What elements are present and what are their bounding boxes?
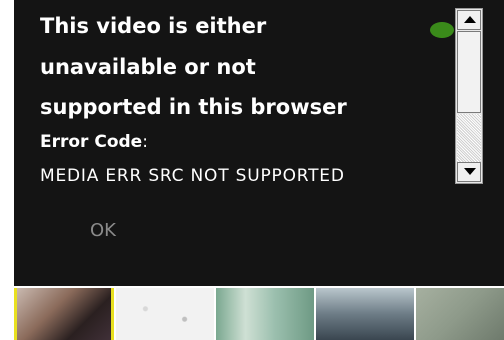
error-title-line-3: supported in this browser bbox=[40, 95, 347, 119]
triangle-down-icon bbox=[464, 168, 476, 175]
error-code-label-text: Error Code bbox=[40, 132, 143, 152]
ok-button[interactable]: OK bbox=[90, 220, 116, 241]
video-thumbnail[interactable] bbox=[116, 288, 214, 340]
video-thumbnail-selected[interactable] bbox=[14, 288, 114, 340]
scrollbar-track[interactable] bbox=[457, 114, 481, 162]
scroll-up-button[interactable] bbox=[457, 10, 481, 30]
error-title-line-2: unavailable or not bbox=[40, 55, 256, 79]
video-thumbnail[interactable] bbox=[316, 288, 414, 340]
video-thumbnail[interactable] bbox=[416, 288, 504, 340]
message-scrollbar[interactable] bbox=[455, 8, 483, 184]
video-player: This video is either unavailable or not … bbox=[14, 0, 504, 286]
error-code-colon: : bbox=[142, 132, 148, 152]
scrollbar-thumb[interactable] bbox=[457, 31, 481, 113]
thumbnail-object bbox=[430, 22, 454, 38]
thumbnail-strip bbox=[14, 288, 504, 340]
error-title-line-1: This video is either bbox=[40, 14, 267, 38]
error-message-panel: This video is either unavailable or not … bbox=[14, 0, 454, 196]
video-thumbnail[interactable] bbox=[216, 288, 314, 340]
error-code-value: MEDIA ERR SRC NOT SUPPORTED bbox=[40, 166, 345, 186]
triangle-up-icon bbox=[464, 16, 476, 23]
error-code-label: Error Code: bbox=[40, 132, 148, 152]
scroll-down-button[interactable] bbox=[457, 162, 481, 182]
